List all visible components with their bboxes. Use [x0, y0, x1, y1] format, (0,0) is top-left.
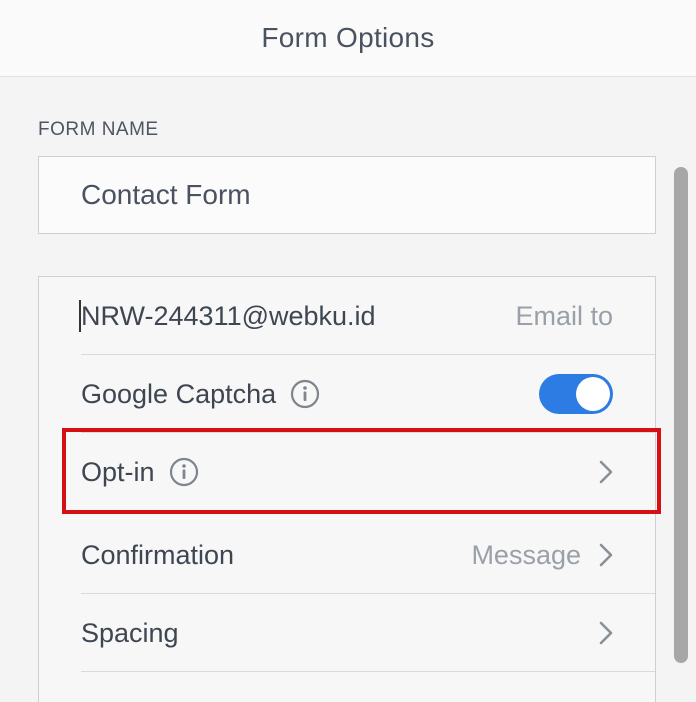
- confirmation-value-group: Message: [471, 540, 613, 571]
- google-captcha-toggle[interactable]: [539, 374, 613, 414]
- email-to-row[interactable]: NRW-244311@webku.id Email to: [39, 277, 655, 355]
- confirmation-row[interactable]: Confirmation Message: [39, 516, 655, 594]
- form-name-label: FORM NAME: [38, 119, 159, 140]
- form-name-value: Contact Form: [81, 179, 251, 210]
- chevron-right-icon: [599, 543, 613, 567]
- row-divider: [81, 671, 655, 672]
- vertical-scrollbar[interactable]: [674, 167, 688, 663]
- email-to-label: Email to: [515, 300, 613, 331]
- info-icon[interactable]: [290, 379, 320, 409]
- form-options-screen: Form Options FORM NAME Contact Form NRW-…: [0, 0, 696, 702]
- chevron-right-icon: [599, 621, 613, 645]
- form-options-content: FORM NAME Contact Form NRW-244311@webku.…: [0, 77, 688, 702]
- page-title: Form Options: [261, 22, 435, 53]
- opt-in-highlight-box: [62, 428, 661, 514]
- spacing-label: Spacing: [81, 617, 179, 648]
- confirmation-value: Message: [471, 539, 581, 570]
- google-captcha-label-group: Google Captcha: [81, 379, 320, 410]
- email-to-input[interactable]: NRW-244311@webku.id: [81, 301, 376, 332]
- google-captcha-label: Google Captcha: [81, 378, 277, 409]
- confirmation-label: Confirmation: [81, 539, 235, 570]
- panel-header: Form Options: [0, 0, 696, 77]
- spacing-value-group: [599, 621, 613, 645]
- google-captcha-row: Google Captcha: [39, 355, 655, 433]
- toggle-knob: [576, 377, 610, 411]
- spacing-row[interactable]: Spacing: [39, 594, 655, 672]
- form-name-field[interactable]: Contact Form: [38, 156, 656, 234]
